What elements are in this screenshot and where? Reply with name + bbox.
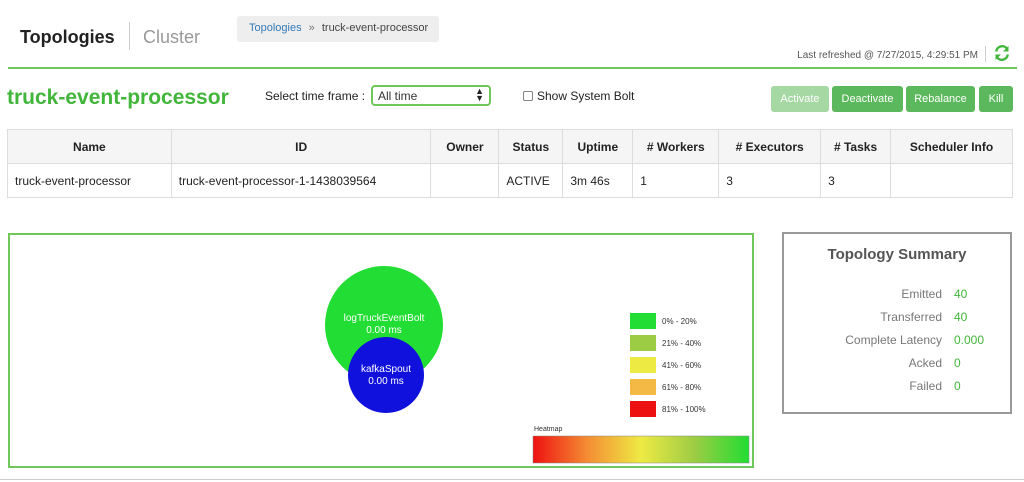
stat-label: Emitted xyxy=(901,287,942,301)
timeframe-select[interactable]: All time ▲ ▼ xyxy=(371,85,491,106)
system-bolt-label: Show System Bolt xyxy=(537,89,635,103)
stat-label: Complete Latency xyxy=(845,333,942,347)
stat-value: 0 xyxy=(954,356,961,370)
graph-node-label: kafkaSpout xyxy=(361,364,411,375)
table-cell-executors: 3 xyxy=(718,163,822,198)
breadcrumb-current: truck-event-processor xyxy=(321,22,429,34)
legend-swatch xyxy=(630,357,656,373)
heatmap-label: Heatmap xyxy=(534,426,563,433)
column-header[interactable]: # Workers xyxy=(632,129,720,164)
graph-node-latency: 0.00 ms xyxy=(366,325,402,336)
table-cell-scheduler-info xyxy=(890,163,1013,198)
stat-row-emitted: Emitted 40 xyxy=(784,287,1010,303)
legend-label: 81% - 100% xyxy=(662,405,706,414)
legend-swatch xyxy=(630,379,656,395)
stat-value: 40 xyxy=(954,287,968,301)
graph-node-kafkaspout[interactable] xyxy=(348,337,424,413)
rebalance-button[interactable]: Rebalance xyxy=(906,86,975,112)
table-header-row: Name ID Owner Status Uptime # Workers # … xyxy=(7,129,1013,164)
stat-row-transferred: Transferred 40 xyxy=(784,310,1010,326)
stat-value: 0 xyxy=(954,379,961,393)
column-header[interactable]: ID xyxy=(170,129,432,164)
stat-row-acked: Acked 0 xyxy=(784,356,1010,372)
refresh-divider xyxy=(985,46,986,62)
table-cell-name: truck-event-processor xyxy=(7,163,172,198)
column-header[interactable]: Name xyxy=(7,129,172,164)
stat-value: 0.000 xyxy=(954,333,985,347)
column-header[interactable]: # Executors xyxy=(718,129,822,164)
heatmap-legend: 0% - 20% 21% - 40% 41% - 60% 61% - 80% 8… xyxy=(630,313,706,417)
topology-graph: logTruckEventBolt 0.00 ms kafkaSpout 0.0… xyxy=(325,266,750,464)
timeframe-selected-value: All time xyxy=(378,89,418,103)
graph-node-latency: 0.00 ms xyxy=(368,376,404,387)
column-header[interactable]: # Tasks xyxy=(820,129,892,164)
stat-label: Transferred xyxy=(880,310,942,324)
table-cell-uptime: 3m 46s xyxy=(562,163,634,198)
activate-button[interactable]: Activate xyxy=(771,86,829,112)
table-cell-workers: 1 xyxy=(632,163,720,198)
topology-table: Name ID Owner Status Uptime # Workers # … xyxy=(7,129,1013,198)
select-arrows-icon: ▲ ▼ xyxy=(475,86,484,103)
top-navigation: Topologies Cluster Topologies » truck-ev… xyxy=(0,0,1024,68)
breadcrumb: Topologies » truck-event-processor xyxy=(237,16,439,42)
graph-node-label: logTruckEventBolt xyxy=(344,313,425,324)
nav-divider xyxy=(129,22,130,50)
topology-summary-title: Topology Summary xyxy=(827,246,967,263)
table-cell-id: truck-event-processor-1-1438039564 xyxy=(170,163,432,198)
legend-label: 21% - 40% xyxy=(662,339,701,348)
breadcrumb-separator: » xyxy=(308,22,315,34)
stat-row-failed: Failed 0 xyxy=(784,379,1010,395)
table-row: truck-event-processor truck-event-proces… xyxy=(7,163,1013,198)
legend-label: 61% - 80% xyxy=(662,383,701,392)
legend-swatch xyxy=(630,401,656,417)
column-header[interactable]: Scheduler Info xyxy=(890,129,1013,164)
nav-tab-cluster[interactable]: Cluster xyxy=(143,27,200,48)
breadcrumb-link-topologies[interactable]: Topologies xyxy=(249,22,302,34)
timeframe-label: Select time frame : xyxy=(265,89,366,103)
table-cell-owner xyxy=(430,163,500,198)
stat-row-complete-latency: Complete Latency 0.000 xyxy=(784,333,1010,349)
column-header[interactable]: Uptime xyxy=(562,129,634,164)
deactivate-button[interactable]: Deactivate xyxy=(832,86,903,112)
refresh-icon[interactable] xyxy=(993,44,1011,62)
legend-swatch xyxy=(630,335,656,351)
stat-label: Failed xyxy=(909,379,942,393)
column-header[interactable]: Status xyxy=(498,129,564,164)
kill-button[interactable]: Kill xyxy=(979,86,1013,112)
legend-label: 41% - 60% xyxy=(662,361,701,370)
topology-graph-panel: logTruckEventBolt 0.00 ms kafkaSpout 0.0… xyxy=(8,233,754,468)
bottom-divider xyxy=(0,479,1024,480)
last-refreshed-text: Last refreshed @ 7/27/2015, 4:29:51 PM xyxy=(797,50,978,61)
topology-title: truck-event-processor xyxy=(7,86,229,109)
legend-label: 0% - 20% xyxy=(662,317,697,326)
system-bolt-checkbox[interactable] xyxy=(523,91,533,101)
stat-label: Acked xyxy=(908,356,942,370)
legend-swatch xyxy=(630,313,656,329)
column-header[interactable]: Owner xyxy=(430,129,500,164)
heatmap-gradient-bar xyxy=(532,435,750,464)
table-cell-status: ACTIVE xyxy=(498,163,564,198)
table-cell-tasks: 3 xyxy=(820,163,892,198)
stat-value: 40 xyxy=(954,310,968,324)
topology-summary-panel: Topology Summary Emitted 40 Transferred … xyxy=(782,232,1012,414)
show-system-bolt-toggle[interactable]: Show System Bolt xyxy=(523,89,634,103)
header-divider xyxy=(8,67,1017,69)
nav-tab-topologies[interactable]: Topologies xyxy=(20,27,115,48)
